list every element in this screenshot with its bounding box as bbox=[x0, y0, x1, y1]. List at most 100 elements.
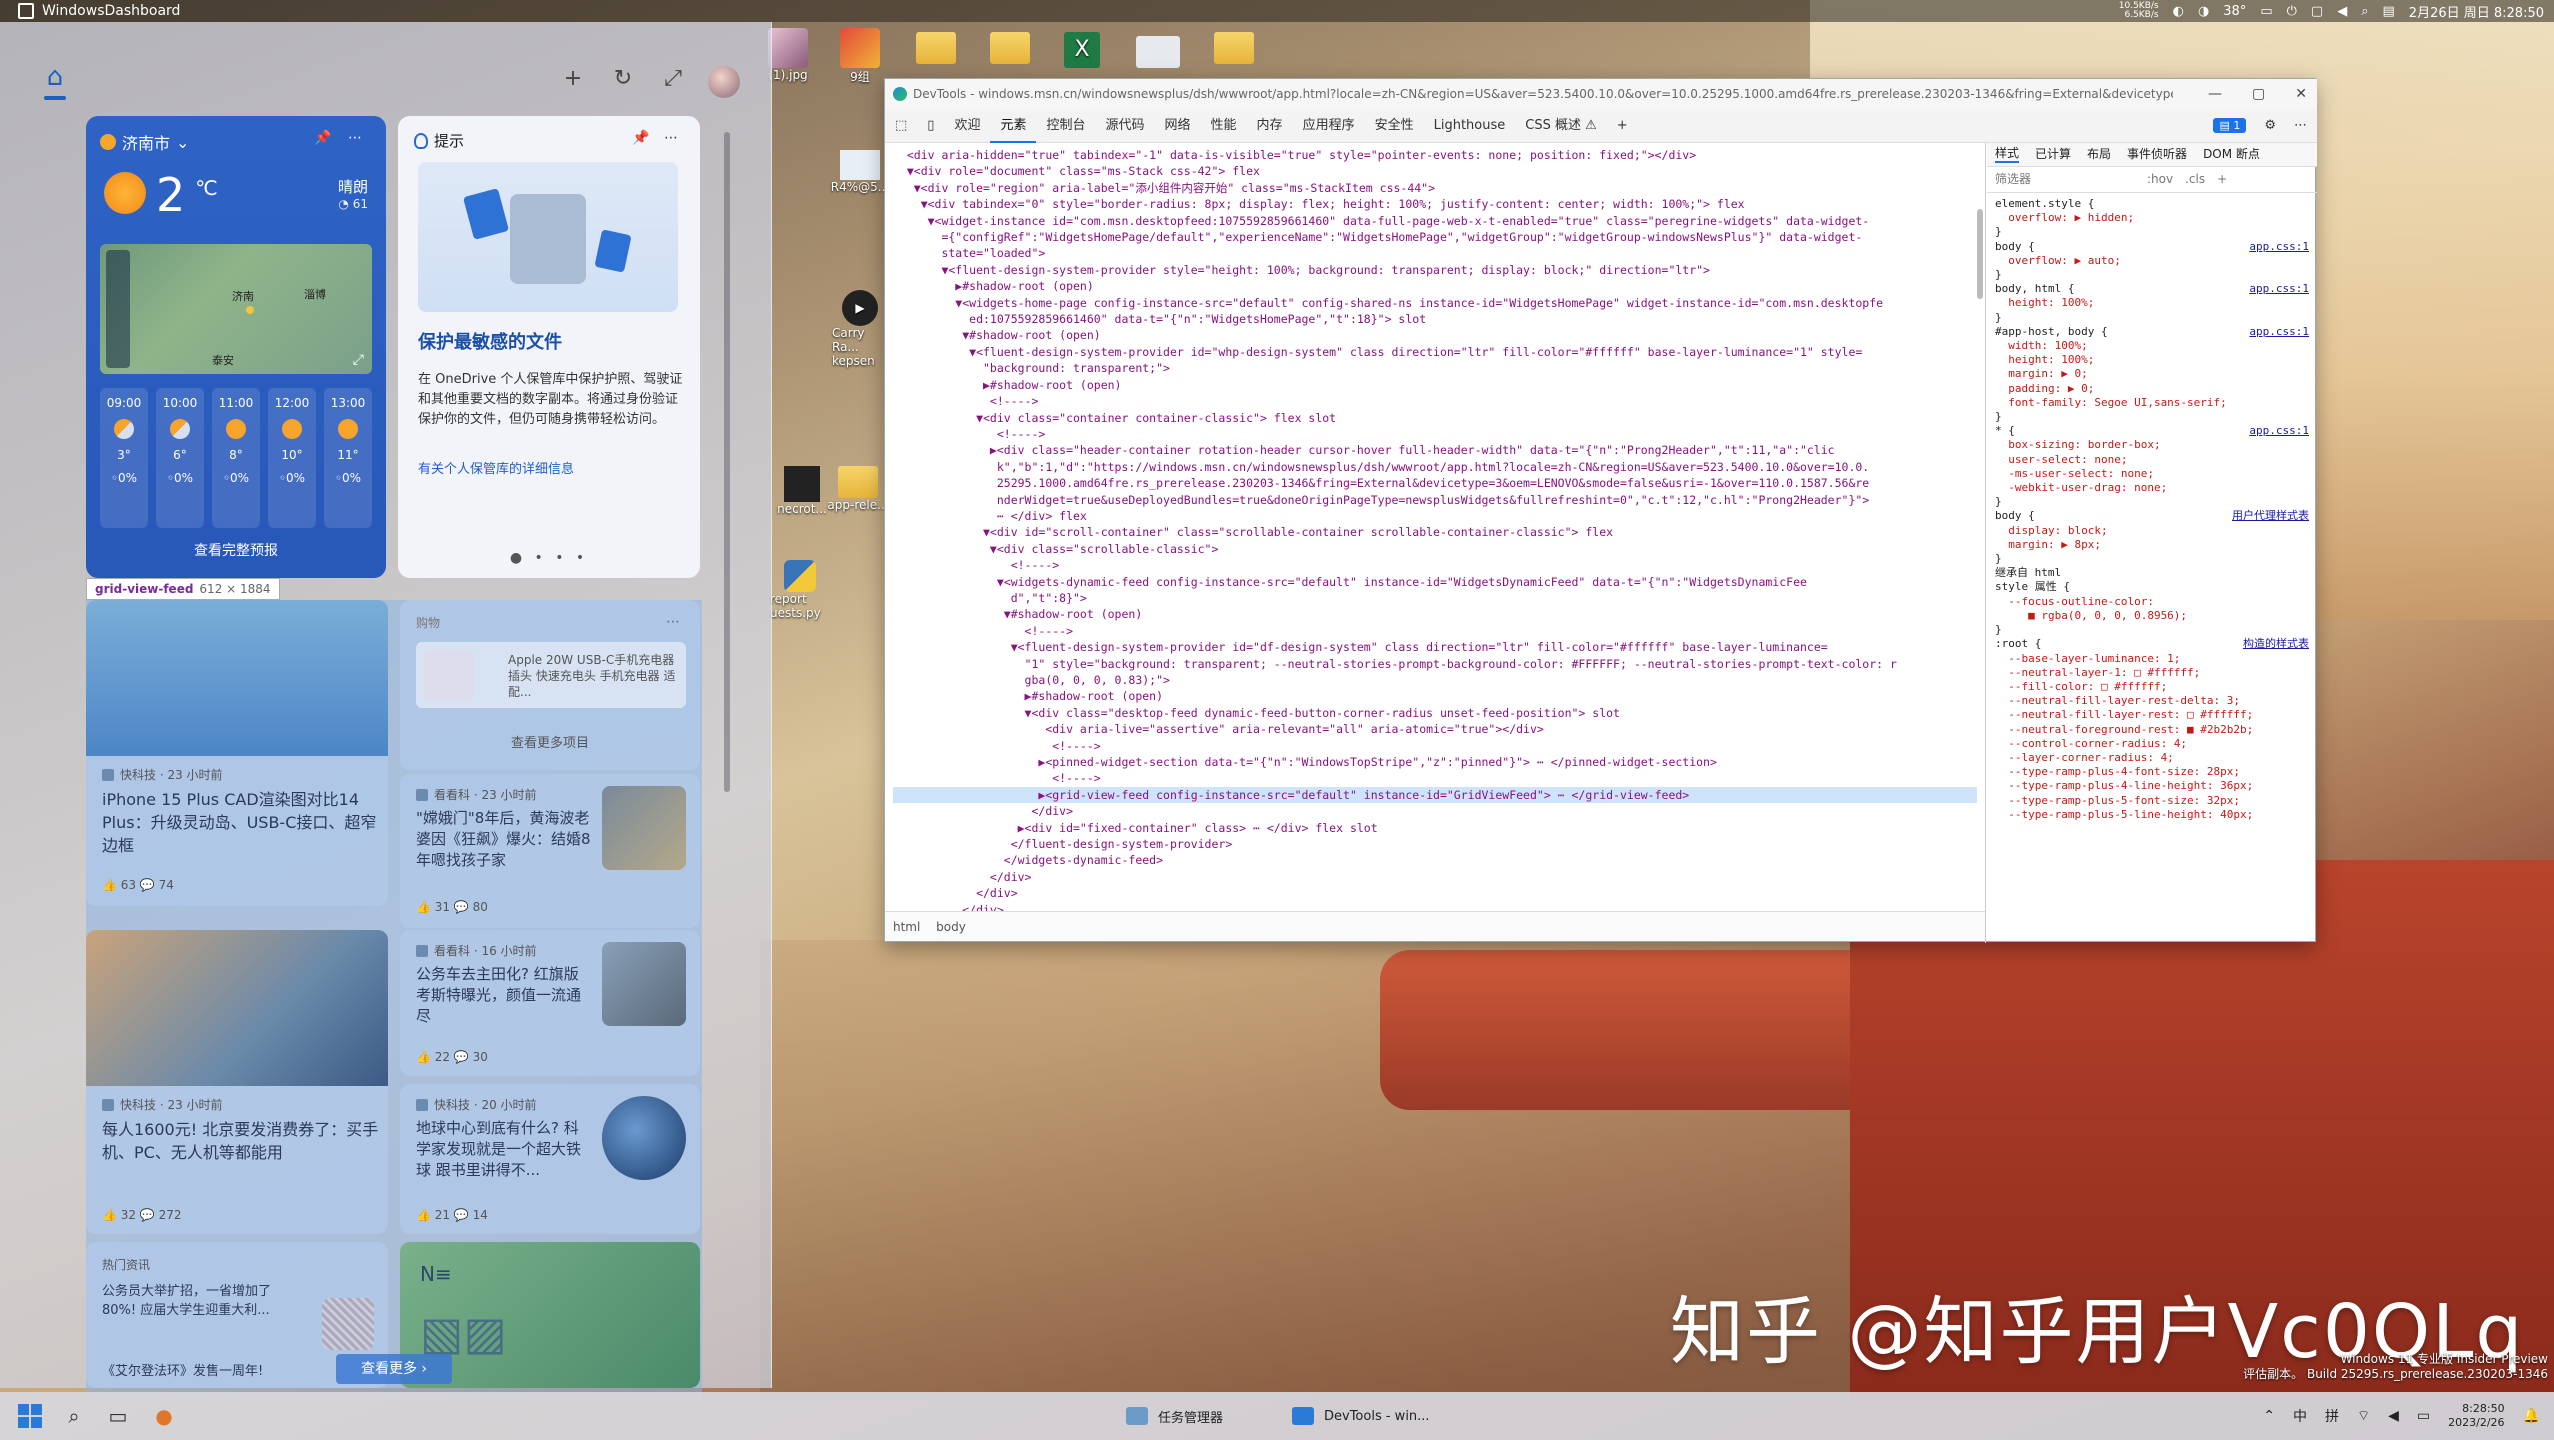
volume-icon[interactable]: ◀ bbox=[2388, 1408, 2399, 1424]
css-property[interactable]: --type-ramp-plus-5-font-size: 32px; bbox=[1995, 794, 2309, 808]
likes[interactable]: 32 bbox=[121, 1208, 136, 1222]
dom-line[interactable]: ▼#shadow-root (open) bbox=[893, 327, 1977, 343]
scrollbar[interactable] bbox=[724, 132, 730, 792]
dom-line[interactable]: ▶#shadow-root (open) bbox=[893, 278, 1977, 294]
css-selector[interactable]: body, html {app.css:1 bbox=[1995, 282, 2309, 296]
search-icon[interactable]: ⌕ bbox=[60, 1402, 88, 1430]
dom-line[interactable]: ▼<div class="container container-classic… bbox=[893, 410, 1977, 426]
display-icon[interactable]: ▢ bbox=[2311, 4, 2323, 19]
home-icon[interactable]: ⌂ bbox=[40, 62, 70, 92]
comments[interactable]: 80 bbox=[473, 900, 488, 914]
close-icon[interactable]: ✕ bbox=[2295, 86, 2307, 102]
map-expand-icon[interactable]: ⤢ bbox=[353, 352, 364, 368]
clock[interactable]: 8:28:50 2023/2/26 bbox=[2448, 1402, 2504, 1430]
css-source-link[interactable]: app.css:1 bbox=[2249, 240, 2309, 254]
more-icon[interactable]: ⋯ bbox=[2294, 118, 2307, 133]
dom-line[interactable]: ▼<div class="desktop-feed dynamic-feed-b… bbox=[893, 705, 1977, 721]
weather-card[interactable]: 济南市 ⌄ 📌 ⋯ 2 ℃ 晴朗 ◔ 61 济南 淄博 泰安 ⤢ 09:00 3°… bbox=[86, 116, 386, 578]
dom-line[interactable]: "background: transparent;"> bbox=[893, 360, 1977, 376]
comments[interactable]: 272 bbox=[159, 1208, 182, 1222]
dom-line[interactable]: ▼<div role="document" class="ms-Stack cs… bbox=[893, 163, 1977, 179]
css-property[interactable]: margin: ▶ 0; bbox=[1995, 367, 2309, 381]
tab-dom-breakpoints[interactable]: DOM 断点 bbox=[2203, 147, 2260, 161]
dom-line[interactable]: ▼<div class="scrollable-classic"> bbox=[893, 541, 1977, 557]
ime-pinyin[interactable]: 拼 bbox=[2325, 1406, 2339, 1426]
dom-line[interactable]: d","t":8}"> bbox=[893, 590, 1977, 606]
css-source-link[interactable]: app.css:1 bbox=[2249, 424, 2309, 438]
css-selector[interactable]: } bbox=[1995, 495, 2309, 509]
desktop-icon-group[interactable]: 9组 bbox=[840, 28, 880, 85]
notification-bell-icon[interactable]: 🔔 bbox=[2523, 1408, 2540, 1424]
desktop-folder-1[interactable] bbox=[916, 32, 956, 64]
news-title[interactable]: 每人1600元! 北京要发消费券了：买手机、PC、无人机等都能用 bbox=[102, 1118, 382, 1164]
desktop-folder-2[interactable] bbox=[990, 32, 1030, 64]
css-property[interactable]: -ms-user-select: none; bbox=[1995, 467, 2309, 481]
comments[interactable]: 30 bbox=[473, 1050, 488, 1064]
add-widget-icon[interactable]: + bbox=[558, 64, 588, 94]
css-property[interactable]: width: 100%; bbox=[1995, 339, 2309, 353]
power-icon[interactable]: ⏻ bbox=[2287, 4, 2297, 19]
css-property[interactable]: display: block; bbox=[1995, 524, 2309, 538]
dom-line[interactable]: ▼<widget-instance id="com.msn.desktopfee… bbox=[893, 213, 1977, 229]
likes[interactable]: 21 bbox=[435, 1208, 450, 1222]
css-selector[interactable]: } bbox=[1995, 225, 2309, 239]
refresh-icon[interactable]: ↻ bbox=[608, 64, 638, 94]
css-property[interactable]: --fill-color: □ #ffffff; bbox=[1995, 680, 2309, 694]
dom-line[interactable]: </fluent-design-system-provider> bbox=[893, 836, 1977, 852]
map-layer-toolbar[interactable] bbox=[106, 250, 130, 368]
news-title[interactable]: 《艾尔登法环》发售一周年! bbox=[102, 1360, 342, 1383]
news-card[interactable]: 快科技 · 23 小时前 iPhone 15 Plus CAD渲染图对比14 P… bbox=[86, 600, 388, 906]
dom-line[interactable]: <!----> bbox=[893, 393, 1977, 409]
moon-icon[interactable]: ◐ bbox=[2173, 4, 2184, 19]
dom-line[interactable]: ▼#shadow-root (open) bbox=[893, 606, 1977, 622]
expand-icon[interactable]: ⤢ bbox=[658, 64, 688, 94]
tab-network[interactable]: 网络 bbox=[1155, 109, 1201, 143]
css-selector[interactable]: :root {构造的样式表 bbox=[1995, 637, 2309, 651]
dom-line[interactable]: <!----> bbox=[893, 770, 1977, 786]
volume-icon[interactable]: ◀ bbox=[2337, 4, 2347, 19]
shopping-item[interactable]: Apple 20W USB-C手机充电器插头 快速充电头 手机充电器 适配... bbox=[416, 642, 686, 708]
dom-line[interactable]: ▼<fluent-design-system-provider id="whp-… bbox=[893, 344, 1977, 360]
likes[interactable]: 63 bbox=[121, 878, 136, 892]
tab-sources[interactable]: 源代码 bbox=[1096, 109, 1155, 143]
hov-button[interactable]: :hov bbox=[2147, 172, 2173, 186]
news-card[interactable]: 快科技 · 20 小时前 地球中心到底有什么? 科学家发现就是一个超大铁球 跟书… bbox=[400, 1084, 700, 1234]
css-selector[interactable]: } bbox=[1995, 552, 2309, 566]
more-icon[interactable]: ⋯ bbox=[348, 130, 362, 146]
news-card[interactable]: 看看科 · 16 小时前 公务车去主田化? 红旗版考斯特曝光，颜值一流通尽 👍 … bbox=[400, 930, 700, 1076]
comments[interactable]: 74 bbox=[159, 878, 174, 892]
dom-line[interactable]: <!----> bbox=[893, 738, 1977, 754]
news-title[interactable]: iPhone 15 Plus CAD渲染图对比14 Plus：升级灵动岛、USB… bbox=[102, 788, 382, 857]
shopping-card[interactable]: 购物 ⋯ Apple 20W USB-C手机充电器插头 快速充电头 手机充电器 … bbox=[400, 600, 700, 770]
css-selector[interactable]: } bbox=[1995, 623, 2309, 637]
dom-line[interactable]: ▼<fluent-design-system-provider id="df-d… bbox=[893, 639, 1977, 655]
css-property[interactable]: --control-corner-radius: 4; bbox=[1995, 737, 2309, 751]
dom-line[interactable]: <div aria-hidden="true" tabindex="-1" da… bbox=[893, 147, 1977, 163]
start-icon[interactable] bbox=[18, 1404, 42, 1428]
dom-line[interactable]: ed:1075592859661460" data-t="{"n":"Widge… bbox=[893, 311, 1977, 327]
inspect-icon[interactable]: ⬚ bbox=[885, 109, 917, 143]
css-property[interactable]: ■ rgba(0, 0, 0, 0.8956); bbox=[1995, 609, 2309, 623]
css-property[interactable]: font-family: Segoe UI,sans-serif; bbox=[1995, 396, 2309, 410]
dom-line[interactable]: 25295.1000.amd64fre.rs_prerelease.230203… bbox=[893, 475, 1977, 491]
desktop-carry[interactable]: ▶ Carry Ra... kepsen bbox=[832, 290, 888, 368]
css-selector[interactable]: #app-host, body {app.css:1 bbox=[1995, 325, 2309, 339]
css-property[interactable]: --neutral-fill-layer-rest-delta: 3; bbox=[1995, 694, 2309, 708]
css-property[interactable]: overflow: ▶ auto; bbox=[1995, 254, 2309, 268]
tab-event-listeners[interactable]: 事件侦听器 bbox=[2127, 147, 2187, 161]
tab-security[interactable]: 安全性 bbox=[1365, 109, 1424, 143]
css-selector[interactable]: element.style { bbox=[1995, 197, 2309, 211]
minimize-icon[interactable]: — bbox=[2208, 86, 2222, 102]
css-property[interactable]: --type-ramp-plus-5-line-height: 40px; bbox=[1995, 808, 2309, 822]
see-more-items-link[interactable]: 查看更多项目 bbox=[400, 732, 700, 751]
css-property[interactable]: --layer-corner-radius: 4; bbox=[1995, 751, 2309, 765]
dom-line[interactable]: k","b":1,"d":"https://windows.msn.cn/win… bbox=[893, 459, 1977, 475]
dom-line[interactable]: </widgets-dynamic-feed> bbox=[893, 852, 1977, 868]
news-card[interactable]: 快科技 · 23 小时前 每人1600元! 北京要发消费券了：买手机、PC、无人… bbox=[86, 930, 388, 1234]
css-property[interactable]: overflow: ▶ hidden; bbox=[1995, 211, 2309, 225]
dom-line[interactable]: ▼<div id="scroll-container" class="scrol… bbox=[893, 524, 1977, 540]
css-property[interactable]: --neutral-foreground-rest: ■ #2b2b2b; bbox=[1995, 723, 2309, 737]
dom-line[interactable]: state="loaded"> bbox=[893, 245, 1977, 261]
battery-icon[interactable]: ▭ bbox=[2260, 4, 2272, 19]
tips-card[interactable]: 提示 📌 ⋯ 保护最敏感的文件 在 OneDrive 个人保管库中保护护照、驾驶… bbox=[398, 116, 700, 578]
